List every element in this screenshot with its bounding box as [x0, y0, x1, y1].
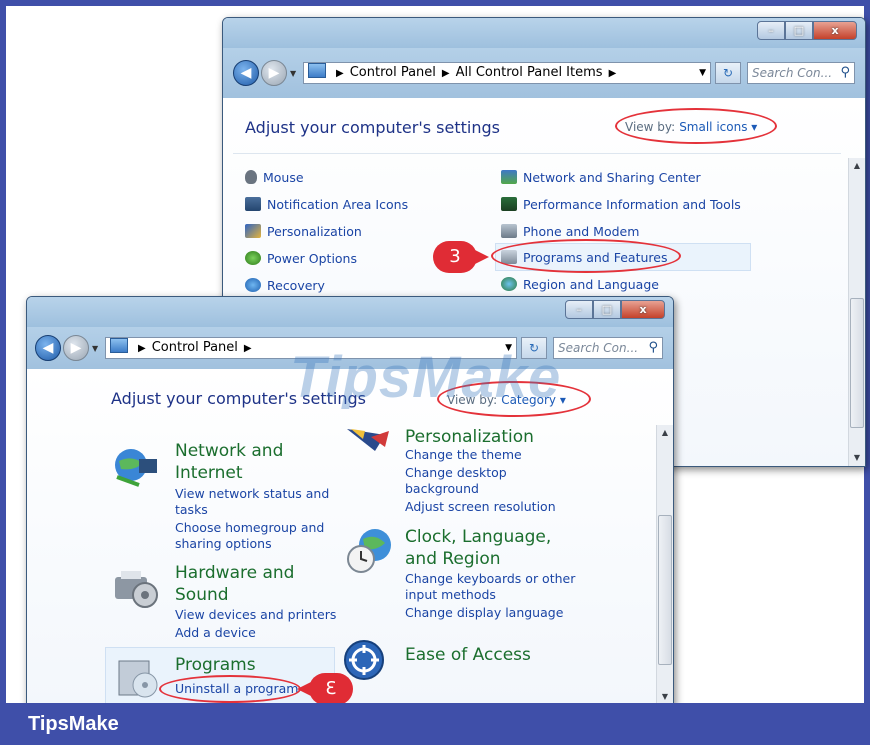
programs-features-annotation [491, 239, 681, 273]
category-hardware-sound-title[interactable]: Hardware and [175, 563, 294, 583]
category-network-internet-title[interactable]: Network and [175, 441, 283, 461]
clock-language-region-icon [347, 529, 391, 573]
back-address-bar[interactable]: ▶ Control Panel ▶ All Control Panel Items ▶ … [303, 62, 711, 84]
front-caption-buttons: – □ x [565, 300, 665, 320]
item-performance-tools[interactable]: Performance Information and Tools [501, 197, 741, 212]
item-mouse[interactable]: Mouse [245, 170, 304, 185]
back-view-by-annotation [615, 108, 777, 144]
link-add-device[interactable]: Add a device [175, 625, 256, 640]
breadcrumb-chevron-icon: ▶ [608, 68, 617, 79]
front-nav-back-button[interactable]: ◀ [35, 335, 61, 361]
item-recovery[interactable]: Recovery [245, 278, 325, 293]
back-caption-buttons: – □ x [757, 21, 857, 41]
ease-of-access-icon [344, 640, 384, 680]
footer-brand: TipsMake [0, 703, 870, 745]
front-search-input[interactable]: Search Con... ⚲ [553, 337, 663, 359]
front-close-button[interactable]: x [621, 300, 665, 319]
back-search-placeholder: Search Con... [752, 66, 833, 80]
category-clock-language-title[interactable]: Clock, Language, [405, 527, 551, 547]
network-internet-icon [115, 449, 157, 487]
recovery-icon [245, 278, 261, 292]
link-view-network-status[interactable]: View network status and [175, 486, 329, 501]
link-change-desktop-background[interactable]: Change desktop [405, 465, 507, 480]
link-view-devices-printers[interactable]: View devices and printers [175, 607, 336, 622]
back-navbar: ◀ ▶ ▼ ▶ Control Panel ▶ All Control Panel I… [223, 48, 865, 99]
front-content: Adjust your computer's settings View by:… [27, 369, 673, 705]
back-minimize-button[interactable]: – [757, 21, 785, 40]
category-ease-of-access-title[interactable]: Ease of Access [405, 645, 531, 665]
back-close-button[interactable]: x [813, 21, 857, 40]
link-change-desktop-background-2[interactable]: background [405, 481, 479, 496]
control-panel-icon [110, 338, 128, 353]
back-maximize-button[interactable]: □ [785, 21, 813, 40]
link-view-network-status-2[interactable]: tasks [175, 502, 208, 517]
breadcrumb-chevron-icon: ▶ [243, 343, 252, 354]
mouse-icon [245, 170, 257, 184]
front-search-placeholder: Search Con... [558, 341, 639, 355]
tipsmake-watermark: TipsMake [290, 345, 562, 410]
front-maximize-button[interactable]: □ [593, 300, 621, 319]
category-clock-language-title-2[interactable]: and Region [405, 549, 501, 569]
back-search-input[interactable]: Search Con... ⚲ [747, 62, 855, 84]
link-adjust-screen-resolution[interactable]: Adjust screen resolution [405, 499, 556, 514]
front-nav-forward-button[interactable]: ▶ [63, 335, 89, 361]
back-recent-pages-chevron-icon[interactable]: ▼ [290, 69, 296, 78]
link-change-keyboards[interactable]: Change keyboards or other [405, 571, 575, 586]
front-minimize-button[interactable]: – [565, 300, 593, 319]
front-scrollbar[interactable]: ▲ ▼ [656, 425, 673, 705]
item-personalization[interactable]: Personalization [245, 224, 362, 239]
programs-icon [118, 660, 158, 698]
link-change-display-language[interactable]: Change display language [405, 605, 563, 620]
back-refresh-button[interactable]: ↻ [715, 62, 741, 84]
region-icon [501, 277, 517, 291]
back-nav-forward-button[interactable]: ▶ [261, 60, 287, 86]
address-dropdown-icon[interactable]: ▼ [699, 63, 706, 83]
network-icon [501, 170, 517, 184]
category-personalization-title[interactable]: Personalization [405, 427, 534, 447]
item-power-options[interactable]: Power Options [245, 251, 357, 266]
back-scrollbar[interactable]: ▲ ▼ [848, 158, 865, 466]
link-choose-homegroup-2[interactable]: sharing options [175, 536, 272, 551]
power-icon [245, 251, 261, 265]
scroll-thumb[interactable] [658, 515, 672, 665]
notification-icon [245, 197, 261, 211]
item-phone-modem[interactable]: Phone and Modem [501, 224, 639, 239]
scroll-down-icon[interactable]: ▼ [849, 450, 865, 466]
breadcrumb-chevron-icon: ▶ [441, 68, 450, 79]
link-change-theme[interactable]: Change the theme [405, 447, 522, 462]
category-hardware-sound-title-2[interactable]: Sound [175, 585, 229, 605]
link-change-keyboards-2[interactable]: input methods [405, 587, 496, 602]
phone-icon [501, 224, 517, 238]
divider [233, 153, 841, 154]
back-page-title: Adjust your computer's settings [245, 118, 500, 137]
breadcrumb-chevron-icon: ▶ [138, 343, 146, 354]
performance-icon [501, 197, 517, 211]
control-panel-icon [308, 63, 326, 78]
breadcrumb-chevron-icon: ▶ [336, 68, 344, 79]
breadcrumb-all-items[interactable]: All Control Panel Items [456, 65, 603, 80]
category-programs-title[interactable]: Programs [175, 655, 256, 675]
breadcrumb-control-panel[interactable]: Control Panel [152, 340, 238, 355]
personalization-brush-icon [347, 429, 389, 451]
personalization-icon [245, 224, 261, 238]
scroll-up-icon[interactable]: ▲ [657, 425, 673, 441]
uninstall-annotation [159, 675, 301, 703]
hardware-sound-icon [115, 571, 158, 608]
item-region-language[interactable]: Region and Language [501, 277, 659, 292]
back-nav-back-button[interactable]: ◀ [233, 60, 259, 86]
scroll-up-icon[interactable]: ▲ [849, 158, 865, 174]
item-network-sharing-center[interactable]: Network and Sharing Center [501, 170, 701, 185]
breadcrumb-control-panel[interactable]: Control Panel [350, 65, 436, 80]
scroll-thumb[interactable] [850, 298, 864, 428]
back-titlebar: – □ x [223, 18, 865, 48]
item-notification-area-icons[interactable]: Notification Area Icons [245, 197, 408, 212]
link-choose-homegroup[interactable]: Choose homegroup and [175, 520, 324, 535]
search-icon[interactable]: ⚲ [840, 63, 850, 83]
front-titlebar: – □ x [27, 297, 673, 327]
search-icon[interactable]: ⚲ [648, 338, 658, 358]
front-recent-pages-chevron-icon[interactable]: ▼ [92, 344, 98, 353]
back-step-badge: 3 [433, 241, 489, 273]
category-network-internet-title-2[interactable]: Internet [175, 463, 243, 483]
